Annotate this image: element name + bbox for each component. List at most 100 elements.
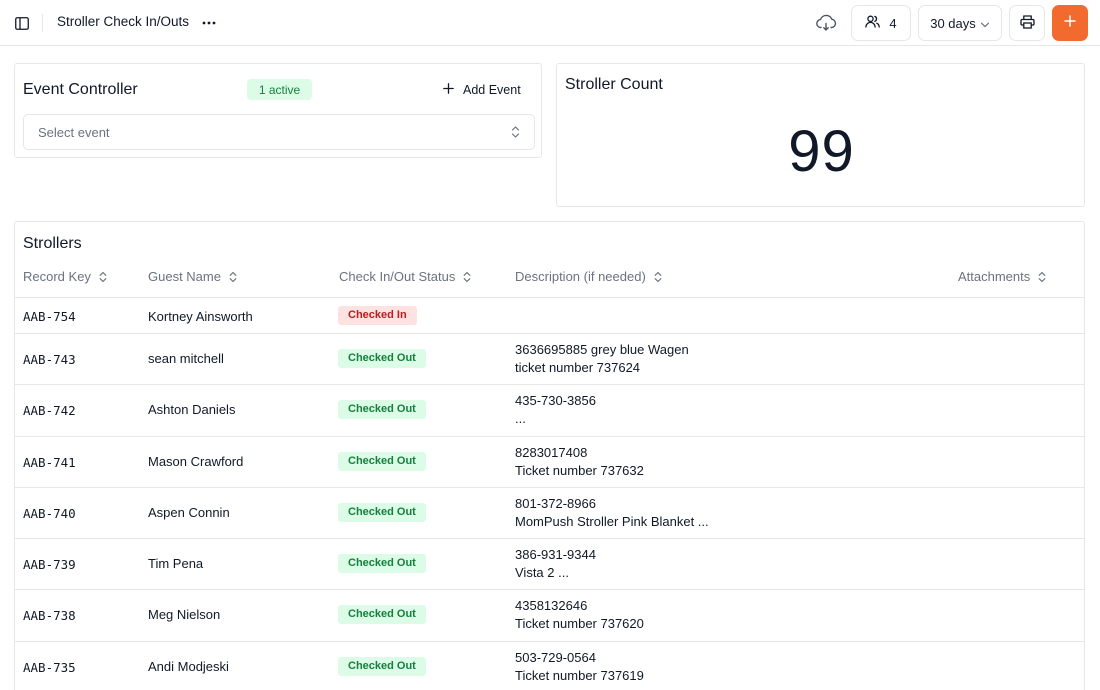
plus-icon: [1064, 14, 1076, 32]
top-bar: Stroller Check In/Outs 4 30 days: [0, 0, 1100, 46]
stroller-count-value: 99: [788, 119, 855, 184]
status-cell: Checked Out: [338, 349, 426, 368]
description-line: MomPush Stroller Pink Blanket ...: [515, 514, 709, 529]
column-label: Guest Name: [148, 269, 221, 284]
stroller-count-card: Stroller Count 99: [556, 63, 1085, 207]
chevron-up-down-icon: [511, 125, 520, 142]
guest-name-cell: Kortney Ainsworth: [148, 309, 253, 324]
toolbar-divider: [42, 14, 43, 32]
status-badge: Checked Out: [338, 605, 426, 624]
status-cell: Checked Out: [338, 605, 426, 624]
description-line: 503-729-0564: [515, 650, 596, 665]
column-header-guest-name[interactable]: Guest Name: [148, 269, 237, 284]
table-row[interactable]: AAB-742 Ashton Daniels Checked Out 435-7…: [15, 385, 1084, 437]
description-line: 4358132646: [515, 598, 588, 613]
cloud-sync-icon[interactable]: [812, 10, 840, 36]
table-row[interactable]: AAB-738 Meg Nielson Checked Out 43581326…: [15, 590, 1084, 642]
date-range-label: 30 days: [930, 15, 976, 31]
event-controller-title: Event Controller: [23, 81, 138, 98]
guest-name-cell: Andi Modjeski: [148, 659, 229, 674]
record-key-cell: AAB-738: [23, 608, 76, 623]
column-label: Check In/Out Status: [339, 269, 456, 284]
add-event-button[interactable]: Add Event: [443, 80, 521, 100]
event-controller-card: Event Controller 1 active Add Event Sele…: [14, 63, 542, 158]
column-label: Description (if needed): [515, 269, 646, 284]
description-line: 3636695885 grey blue Wagen: [515, 342, 689, 357]
column-label: Record Key: [23, 269, 91, 284]
sort-icon: [99, 271, 107, 283]
status-badge: Checked Out: [338, 554, 426, 573]
event-select[interactable]: Select event: [23, 114, 535, 150]
guest-name-cell: Aspen Connin: [148, 505, 230, 520]
status-badge: Checked Out: [338, 452, 426, 471]
table-row[interactable]: AAB-740 Aspen Connin Checked Out 801-372…: [15, 488, 1084, 539]
status-badge: Checked Out: [338, 503, 426, 522]
table-header: Record Key Guest Name Check In/Out Statu…: [15, 256, 1084, 298]
active-badge: 1 active: [247, 79, 312, 100]
event-select-placeholder: Select event: [38, 124, 110, 140]
description-line: 8283017408: [515, 445, 588, 460]
status-cell: Checked Out: [338, 400, 426, 419]
plus-icon: [443, 83, 454, 97]
status-cell: Checked In: [338, 306, 417, 325]
table-row[interactable]: AAB-735 Andi Modjeski Checked Out 503-72…: [15, 642, 1084, 690]
description-line: ...: [515, 411, 526, 426]
description-line: 386-931-9344: [515, 547, 596, 562]
record-key-cell: AAB-735: [23, 660, 76, 675]
description-cell: 435-730-3856...: [515, 392, 596, 428]
description-cell: 8283017408 Ticket number 737632: [515, 444, 644, 480]
sidebar-toggle-icon[interactable]: [11, 12, 33, 34]
column-header-record-key[interactable]: Record Key: [23, 269, 107, 284]
add-event-label: Add Event: [463, 83, 521, 97]
page-title: Stroller Check In/Outs: [57, 14, 190, 29]
table-row[interactable]: AAB-741 Mason Crawford Checked Out 82830…: [15, 437, 1084, 488]
table-row[interactable]: AAB-743 sean mitchell Checked Out 363669…: [15, 334, 1084, 385]
column-header-description[interactable]: Description (if needed): [515, 269, 662, 284]
date-range-select[interactable]: 30 days: [918, 5, 1002, 41]
status-badge: Checked Out: [338, 400, 426, 419]
users-icon: [865, 15, 881, 31]
status-badge: Checked Out: [338, 349, 426, 368]
description-line: Ticket number 737620: [515, 616, 644, 631]
description-line: 435-730-3856: [515, 393, 596, 408]
record-key-cell: AAB-754: [23, 309, 76, 324]
description-line: Vista 2 ...: [515, 565, 569, 580]
users-count: 4: [889, 15, 897, 31]
chevron-down-icon: [980, 16, 990, 31]
sort-icon: [463, 271, 471, 283]
column-label: Attachments: [958, 269, 1031, 284]
description-cell: 386-931-9344 Vista 2 ...: [515, 546, 596, 582]
description-line: Ticket number 737619: [515, 668, 644, 683]
record-key-cell: AAB-742: [23, 403, 76, 418]
table-row[interactable]: AAB-739 Tim Pena Checked Out 386-931-934…: [15, 539, 1084, 590]
column-header-status[interactable]: Check In/Out Status: [339, 269, 471, 284]
printer-icon: [1019, 14, 1035, 32]
column-header-attachments[interactable]: Attachments: [958, 269, 1046, 284]
record-key-cell: AAB-740: [23, 506, 76, 521]
users-button[interactable]: 4: [851, 5, 911, 41]
stroller-count-title: Stroller Count: [565, 76, 663, 93]
description-line: Ticket number 737632: [515, 463, 644, 478]
table-row[interactable]: AAB-754 Kortney Ainsworth Checked In: [15, 298, 1084, 334]
sort-icon: [654, 271, 662, 283]
status-cell: Checked Out: [338, 554, 426, 573]
guest-name-cell: Ashton Daniels: [148, 402, 236, 417]
status-cell: Checked Out: [338, 657, 426, 676]
description-line: ticket number 737624: [515, 360, 641, 375]
strollers-card: Strollers Record Key Guest Name Check In…: [14, 221, 1085, 690]
guest-name-cell: Mason Crawford: [148, 454, 244, 469]
description-cell: 3636695885 grey blue Wagen ticket number …: [515, 341, 689, 377]
guest-name-cell: Meg Nielson: [148, 607, 221, 622]
description-cell: 4358132646 Ticket number 737620: [515, 597, 644, 633]
more-horizontal-icon[interactable]: [198, 12, 220, 34]
strollers-title: Strollers: [23, 235, 82, 252]
record-key-cell: AAB-743: [23, 352, 76, 367]
guest-name-cell: sean mitchell: [148, 351, 224, 366]
add-record-button[interactable]: [1052, 5, 1088, 41]
description-cell: 503-729-0564 Ticket number 737619: [515, 649, 644, 685]
record-key-cell: AAB-741: [23, 455, 76, 470]
print-button[interactable]: [1009, 5, 1045, 41]
guest-name-cell: Tim Pena: [148, 556, 204, 571]
status-badge: Checked In: [338, 306, 417, 325]
status-cell: Checked Out: [338, 452, 426, 471]
